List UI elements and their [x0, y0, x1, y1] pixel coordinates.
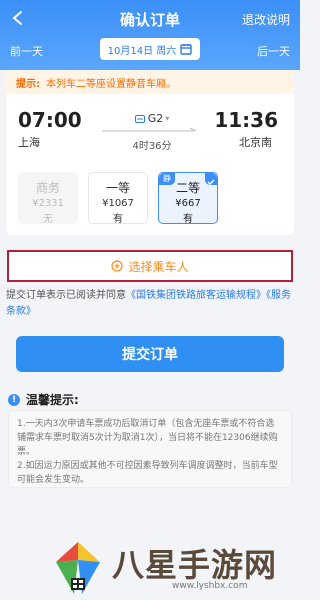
reminder-line-2: 2.如因运力原因或其他不可控因素导致列车调度调整时，当前车型可能会发生变动。 [17, 461, 278, 485]
rules-link[interactable]: 《国铁集团铁路旅客运输规程》 [126, 290, 266, 301]
check-icon [205, 173, 217, 186]
seat-option-first-class[interactable]: 一等 ¥1067 有 [88, 172, 148, 225]
arrival-station: 北京南 [239, 136, 272, 149]
agreement-prefix: 提交订单表示已阅读并同意 [6, 290, 126, 301]
train-number[interactable]: G2 ▾ [112, 112, 192, 125]
seat-name: 商务 [35, 181, 60, 195]
departure-station: 上海 [18, 136, 40, 149]
arrival-time: 11:36 [214, 108, 278, 132]
next-day-button[interactable]: 后一天 [257, 43, 290, 59]
reminder-title: 温馨提示: [26, 393, 79, 407]
seat-price: ¥2331 [32, 198, 64, 209]
prev-day-button[interactable]: 前一天 [10, 43, 43, 59]
seat-availability: 有 [113, 214, 123, 225]
seat-name: 一等 [105, 181, 130, 195]
reminder-header: ! 温馨提示: [8, 391, 79, 408]
departure-time: 07:00 [18, 108, 82, 132]
seat-availability: 无 [43, 214, 53, 225]
reminder-line-1: 1.一天内3次申请车票成功后取消订单（包含无座车票或不符合选铺需求车票时取消5次… [17, 419, 278, 457]
trip-card: 提示: 本列车二等座设置静音车厢。 07:00 上海 G2 ▾ 4时36分 11… [6, 70, 294, 235]
trip-duration: 4时36分 [132, 141, 172, 152]
watermark-text: 八星手游网 [112, 546, 278, 584]
add-circle-icon [111, 260, 124, 272]
header: 确认订单 退改说明 前一天 10月14日 周六 后一天 [0, 0, 300, 70]
train-number-label: G2 [147, 112, 164, 125]
calendar-icon [180, 44, 193, 55]
seat-option-second-class[interactable]: 静 二等 ¥667 有 [158, 172, 218, 225]
chevron-down-icon: ▾ [165, 114, 170, 123]
seat-price: ¥1067 [102, 198, 134, 209]
route-arrow-icon [102, 128, 197, 132]
refund-rules-link[interactable]: 退改说明 [242, 11, 290, 28]
seat-availability: 有 [183, 214, 193, 225]
date-label: 10月14日 周六 [107, 45, 177, 57]
info-icon: ! [8, 393, 20, 406]
reminder-box: 1.一天内3次申请车票成功后取消订单（包含无座车票或不符合选铺需求车票时取消5次… [8, 410, 292, 488]
date-picker[interactable]: 10月14日 周六 [100, 38, 200, 60]
notice-bar: 提示: 本列车二等座设置静音车厢。 [6, 70, 294, 94]
notice-text: 本列车二等座设置静音车厢。 [46, 78, 176, 90]
watermark-logo [56, 542, 100, 594]
agreement-text: 提交订单表示已阅读并同意《国铁集团铁路旅客运输规程》《服务条款》 [6, 288, 296, 320]
train-icon [134, 114, 145, 123]
select-passenger-label: 选择乘车人 [128, 259, 189, 274]
seat-price: ¥667 [175, 198, 201, 209]
select-passenger-button[interactable]: 选择乘车人 [7, 250, 293, 282]
notice-prefix: 提示: [16, 78, 40, 90]
watermark-url: www.lyshbx.com [172, 581, 248, 591]
seat-option-business[interactable]: 商务 ¥2331 无 [18, 172, 78, 225]
submit-order-button[interactable]: 提交订单 [16, 336, 284, 372]
quiet-carriage-badge: 静 [159, 173, 175, 185]
